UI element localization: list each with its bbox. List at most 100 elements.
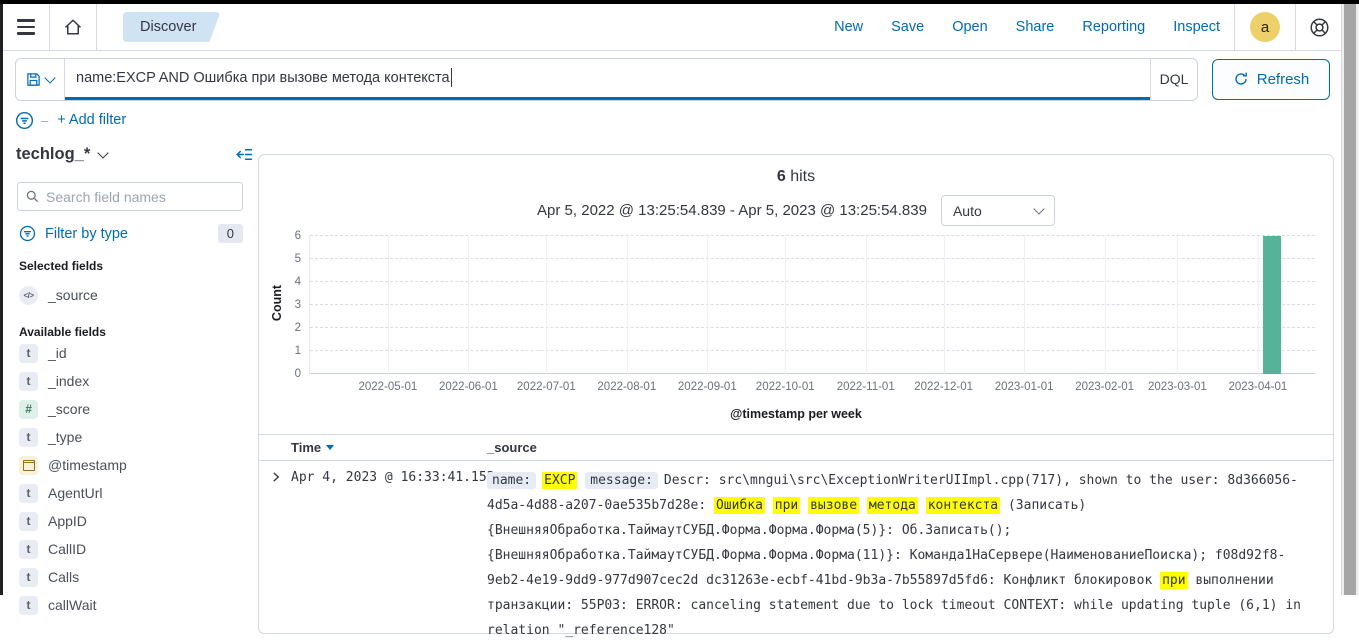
nav-link-inspect[interactable]: Inspect (1173, 19, 1220, 35)
gridline-x (388, 236, 389, 374)
y-axis-label: Count (270, 263, 284, 343)
field-item-AgentUrl[interactable]: tAgentUrl (19, 479, 255, 507)
y-tick-label: 5 (295, 253, 301, 265)
time-range-label: Apr 5, 2022 @ 13:25:54.839 - Apr 5, 2023… (537, 202, 927, 219)
table-rows: Apr 4, 2023 @ 16:33:41.153name: EXCP mess… (259, 461, 1333, 643)
gridline-y-3 (310, 304, 1315, 305)
histogram-bar[interactable] (1263, 236, 1281, 374)
x-tick-label: 2022-06-01 (439, 381, 498, 393)
vertical-scrollbar[interactable] (1341, 4, 1359, 595)
field-name: AgentUrl (48, 485, 102, 501)
x-tick-label: 2023-03-01 (1148, 381, 1207, 393)
field-search-placeholder: Search field names (46, 189, 166, 205)
field-item-_score[interactable]: #_score (19, 395, 255, 423)
field-name: _index (48, 373, 89, 389)
help-icon (1309, 17, 1330, 38)
sidebar: techlog_* Search field names Filter by t… (3, 138, 255, 595)
column-header-source: _source (487, 440, 537, 455)
x-tick-label: 2022-12-01 (914, 381, 973, 393)
menu-button[interactable] (3, 4, 49, 50)
field-type-string-icon: t (19, 344, 38, 363)
source-field-key: name: (487, 472, 536, 489)
column-header-time[interactable]: Time (291, 440, 487, 455)
y-tick-label: 1 (295, 345, 301, 357)
field-type-string-icon: t (19, 428, 38, 447)
filter-dash: – (41, 113, 48, 128)
field-item-_type[interactable]: t_type (19, 423, 255, 451)
x-tick-label: 2023-02-01 (1075, 381, 1134, 393)
field-search-input[interactable]: Search field names (17, 182, 243, 211)
field-name: _id (48, 345, 67, 361)
gridline-x (546, 236, 547, 374)
query-bar: name:EXCP AND Ошибка при вызове метода к… (3, 54, 1342, 104)
field-item-_index[interactable]: t_index (19, 367, 255, 395)
query-input[interactable]: name:EXCP AND Ошибка при вызове метода к… (65, 59, 1150, 100)
chevron-right-icon (270, 471, 282, 483)
saved-query-button[interactable] (16, 59, 65, 100)
navbar-right: New Save Open Share Reporting Inspect a (820, 4, 1342, 50)
field-type-string-icon: t (19, 540, 38, 559)
x-tick-label: 2022-08-01 (597, 381, 656, 393)
documents-table: Time _source Apr 4, 2023 @ 16:33:41.153n… (259, 434, 1333, 643)
window-left-edge (0, 0, 3, 595)
y-tick-label: 3 (295, 299, 301, 311)
help-button[interactable] (1296, 4, 1342, 50)
y-tick-label: 6 (295, 230, 301, 242)
field-item-callWait[interactable]: tcallWait (19, 591, 255, 619)
nav-links: New Save Open Share Reporting Inspect (820, 19, 1234, 35)
source-field-key: message: (585, 472, 658, 489)
x-tick-label: 2022-09-01 (678, 381, 737, 393)
field-item-_source[interactable]: </>_source (19, 281, 255, 309)
index-pattern-selector[interactable]: techlog_* (16, 145, 90, 164)
expand-row-button[interactable] (259, 468, 291, 643)
gridline-x (785, 236, 786, 374)
highlighted-term: при (773, 497, 800, 514)
highlighted-term: EXCP (542, 472, 577, 489)
nav-link-open[interactable]: Open (952, 19, 987, 35)
chart-plot-area[interactable]: 01234562022-05-012022-06-012022-07-01202… (309, 236, 1315, 374)
table-header: Time _source (259, 435, 1333, 461)
field-item-AppID[interactable]: t AppID (19, 507, 255, 535)
gridline-x (468, 236, 469, 374)
add-filter-button[interactable]: + Add filter (57, 112, 126, 128)
doc-timestamp: Apr 4, 2023 @ 16:33:41.153 (291, 468, 487, 643)
breadcrumb-discover[interactable]: Discover (123, 12, 220, 42)
filter-by-type-button[interactable]: Filter by type 0 (19, 224, 243, 243)
field-item-@timestamp[interactable]: @timestamp (19, 451, 255, 479)
x-tick-label: 2023-01-01 (995, 381, 1054, 393)
gridline-y-2 (310, 327, 1315, 328)
time-range-row: Apr 5, 2022 @ 13:25:54.839 - Apr 5, 2023… (259, 195, 1333, 226)
nav-link-share[interactable]: Share (1016, 19, 1055, 35)
fields-list: Selected fields </>_source Available fie… (16, 259, 255, 619)
avatar[interactable]: a (1250, 12, 1280, 42)
dql-button[interactable]: DQL (1150, 59, 1197, 100)
save-query-icon (26, 72, 41, 87)
field-item-_id[interactable]: t _id (19, 339, 255, 367)
gridline-y-6 (310, 235, 1315, 236)
results-panel: 6 hits Apr 5, 2022 @ 13:25:54.839 - Apr … (258, 154, 1334, 634)
field-name: @timestamp (48, 457, 127, 473)
highlighted-term: при (1160, 572, 1187, 589)
nav-link-new[interactable]: New (834, 19, 863, 35)
field-name: _score (48, 401, 90, 417)
field-type-string-icon: t (19, 512, 38, 531)
window-top-edge (0, 0, 1359, 4)
y-tick-label: 4 (295, 276, 301, 288)
refresh-icon (1233, 71, 1249, 87)
interval-select[interactable]: Auto (941, 195, 1055, 226)
query-input-group: name:EXCP AND Ошибка при вызове метода к… (15, 58, 1198, 101)
nav-link-reporting[interactable]: Reporting (1082, 19, 1145, 35)
scrollbar-thumb[interactable] (1344, 4, 1356, 595)
y-tick-label: 2 (295, 322, 301, 334)
highlighted-term: Ошибка (714, 497, 765, 514)
field-item-Calls[interactable]: tCalls (19, 563, 255, 591)
field-item-CallID[interactable]: tCallID (19, 535, 255, 563)
home-button[interactable] (50, 4, 96, 50)
field-type-string-icon: t (19, 596, 38, 615)
refresh-button[interactable]: Refresh (1212, 59, 1330, 100)
collapse-sidebar-button[interactable] (236, 146, 253, 163)
nav-link-save[interactable]: Save (891, 19, 924, 35)
selected-fields-heading: Selected fields (19, 259, 255, 273)
highlighted-term: контекста (926, 497, 1000, 514)
field-name: AppID (48, 513, 87, 529)
